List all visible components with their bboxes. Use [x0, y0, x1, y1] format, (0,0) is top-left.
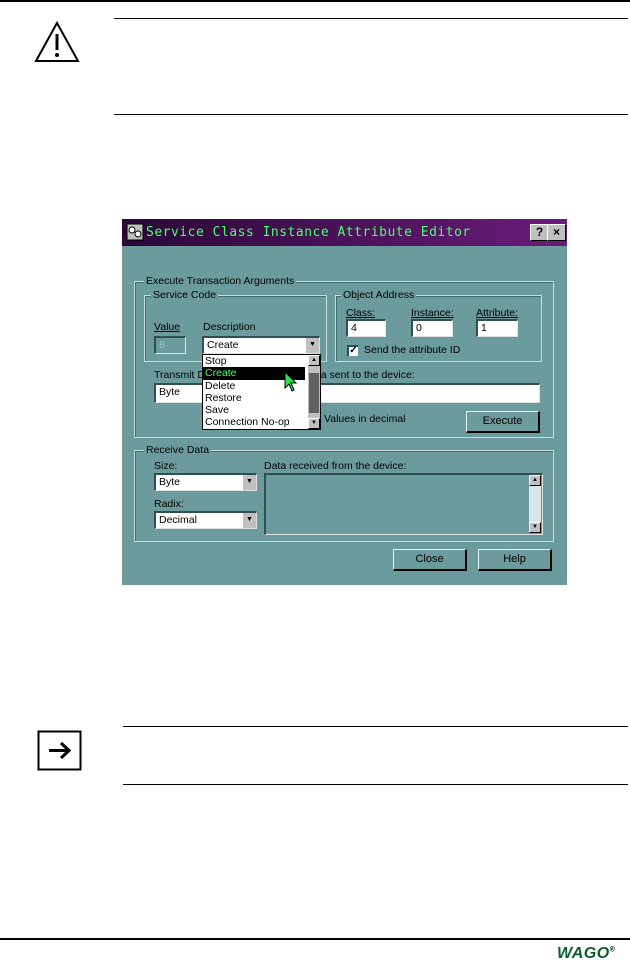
execute-button[interactable]: Execute: [466, 411, 540, 433]
radix-value: Decimal: [159, 514, 197, 526]
chevron-down-icon[interactable]: ▼: [242, 475, 256, 490]
attribute-field[interactable]: 1: [476, 319, 518, 337]
service-code-title: Service Code: [151, 289, 219, 301]
description-options-list[interactable]: Stop Create Delete Restore Save Connecti…: [202, 354, 321, 430]
receive-group-title: Receive Data: [144, 444, 212, 456]
app-icon: [126, 223, 144, 241]
send-attribute-label: Send the attribute ID: [364, 344, 461, 356]
warning-icon: [34, 20, 80, 62]
size-label: Size:: [154, 460, 178, 472]
note-rule-bottom: [123, 784, 628, 785]
footer-rule: [0, 938, 630, 940]
option-delete[interactable]: Delete: [203, 380, 320, 392]
mouse-cursor-icon: [284, 371, 298, 392]
execute-group-title: Execute Transaction Arguments: [144, 275, 297, 287]
send-attribute-checkbox[interactable]: ✓: [347, 345, 358, 356]
arrow-right-icon: [37, 730, 82, 771]
scroll-down-icon[interactable]: ▼: [308, 418, 320, 429]
transmit-label: Transmit D: [154, 369, 205, 381]
scroll-up-icon[interactable]: ▲: [308, 355, 320, 366]
warning-rule-bottom: [114, 114, 628, 115]
values-decimal-label: Values in decimal: [324, 413, 406, 425]
description-label: Description: [203, 321, 256, 333]
registered-mark: ®: [609, 946, 616, 954]
option-save[interactable]: Save: [203, 404, 320, 416]
wago-logo: WAGO®: [557, 945, 615, 963]
help-button[interactable]: Help: [478, 549, 552, 571]
value-label: Value: [154, 321, 181, 333]
note-rule-top: [123, 726, 628, 727]
radix-label: Radix:: [154, 498, 184, 510]
dialog-titlebar[interactable]: Service Class Instance Attribute Editor …: [122, 219, 567, 246]
instance-label: Instance:: [411, 307, 454, 319]
chevron-down-icon[interactable]: ▼: [305, 338, 319, 353]
received-data-area[interactable]: [264, 473, 543, 535]
object-address-title: Object Address: [341, 289, 417, 301]
instance-field[interactable]: 0: [411, 319, 453, 337]
scroll-down-icon[interactable]: ▼: [529, 522, 541, 533]
option-restore[interactable]: Restore: [203, 392, 320, 404]
radix-dropdown[interactable]: Decimal ▼: [154, 511, 257, 529]
attribute-editor-dialog: Service Class Instance Attribute Editor …: [122, 219, 567, 585]
close-button[interactable]: Close: [393, 549, 467, 571]
transmit-size-dropdown[interactable]: Byte: [154, 383, 204, 403]
option-stop[interactable]: Stop: [203, 355, 320, 367]
title-close-button[interactable]: ×: [547, 224, 566, 241]
attribute-label: Attribute:: [476, 307, 519, 319]
received-scrollbar[interactable]: ▲ ▼: [529, 475, 541, 533]
received-data-label: Data received from the device:: [264, 460, 407, 472]
options-scrollbar[interactable]: ▲ ▼: [308, 355, 320, 429]
description-dropdown[interactable]: Create ▼: [202, 336, 320, 354]
transmit-data-label: ata sent to the device:: [312, 369, 415, 381]
class-label: Class:: [346, 307, 376, 319]
top-rule: [0, 0, 630, 2]
value-field: 8: [154, 336, 186, 354]
scroll-thumb[interactable]: [309, 373, 319, 413]
transmit-data-field[interactable]: [312, 383, 540, 403]
class-field[interactable]: 4: [346, 319, 386, 337]
dialog-title: Service Class Instance Attribute Editor: [146, 225, 471, 240]
warning-rule-top: [114, 18, 628, 19]
chevron-down-icon[interactable]: ▼: [242, 513, 256, 528]
description-value: Create: [207, 339, 239, 351]
logo-text: WAGO: [557, 945, 610, 962]
scroll-up-icon[interactable]: ▲: [529, 475, 541, 486]
size-value: Byte: [159, 476, 181, 488]
size-dropdown[interactable]: Byte ▼: [154, 473, 257, 491]
option-connection-noop[interactable]: Connection No-op: [203, 416, 320, 428]
